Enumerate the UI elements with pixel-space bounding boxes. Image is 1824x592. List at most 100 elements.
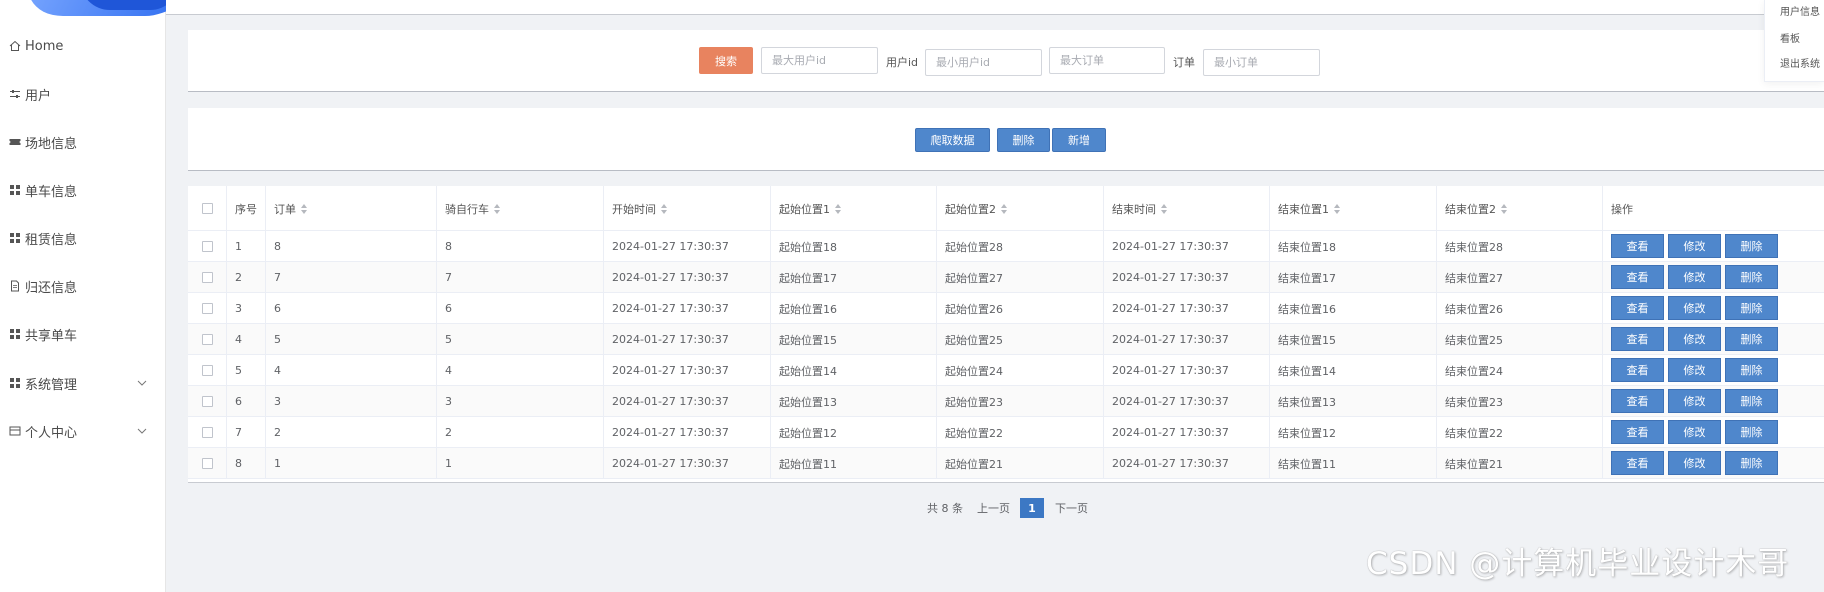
sort-icon[interactable] [301, 203, 307, 215]
sort-icon[interactable] [1161, 203, 1167, 215]
menu-item-user-info[interactable]: 用户信息 [1780, 3, 1820, 18]
delete-button[interactable]: 删除 [1725, 358, 1778, 382]
pagination-current-page[interactable]: 1 [1020, 498, 1044, 518]
menu-item-dashboard[interactable]: 看板 [1780, 30, 1800, 45]
edit-button[interactable]: 修改 [1668, 296, 1721, 320]
ticket-icon [8, 135, 22, 149]
sidebar-item-venue-info[interactable]: 场地信息 [0, 122, 166, 162]
edit-button[interactable]: 修改 [1668, 265, 1721, 289]
select-all-checkbox[interactable] [201, 203, 213, 214]
table-row: 7 2 2 2024-01-27 17:30:37 起始位置12 起始位置22 2024-0… [188, 417, 1824, 448]
cell-operations: 查看 修改 删除 [1603, 417, 1824, 448]
row-checkbox[interactable] [201, 427, 213, 438]
edit-button[interactable]: 修改 [1668, 327, 1721, 351]
cell-start-pos1: 起始位置12 [771, 417, 937, 448]
delete-button[interactable]: 删除 [1725, 327, 1778, 351]
sidebar-item-label: 个人中心 [25, 425, 78, 441]
header-index: 序号 [227, 186, 266, 231]
sidebar-item-rental-info[interactable]: 租赁信息 [0, 218, 166, 258]
delete-button[interactable]: 删除 [1725, 420, 1778, 444]
sidebar-item-label: Home [25, 38, 64, 54]
cell-bike: 7 [437, 262, 604, 293]
sidebar-item-users[interactable]: 用户 [0, 74, 166, 114]
cell-end-time: 2024-01-27 17:30:37 [1104, 262, 1270, 293]
sidebar-item-shared-bikes[interactable]: 共享单车 [0, 314, 166, 354]
table-row: 8 1 1 2024-01-27 17:30:37 起始位置11 起始位置21 2024-0… [188, 448, 1824, 479]
delete-button[interactable]: 删除 [1725, 296, 1778, 320]
row-checkbox[interactable] [201, 241, 213, 252]
table-row: 1 8 8 2024-01-27 17:30:37 起始位置18 起始位置28 2024-0… [188, 231, 1824, 262]
view-button[interactable]: 查看 [1611, 358, 1664, 382]
sort-icon[interactable] [1334, 203, 1340, 215]
edit-button[interactable]: 修改 [1668, 420, 1721, 444]
cell-end-pos2: 结束位置26 [1437, 293, 1603, 324]
edit-button[interactable]: 修改 [1668, 234, 1721, 258]
cell-start-time: 2024-01-27 17:30:37 [604, 231, 771, 262]
sidebar-item-home[interactable]: Home [0, 26, 166, 66]
row-checkbox[interactable] [201, 396, 213, 407]
cell-end-time: 2024-01-27 17:30:37 [1104, 448, 1270, 479]
view-button[interactable]: 查看 [1611, 234, 1664, 258]
delete-button[interactable]: 删除 [1725, 389, 1778, 413]
pagination-prev[interactable]: 上一页 [977, 498, 1010, 518]
header-start-pos2[interactable]: 起始位置2 [937, 186, 1104, 231]
header-start-pos1[interactable]: 起始位置1 [771, 186, 937, 231]
chevron-down-icon [136, 377, 148, 389]
sort-icon[interactable] [1001, 203, 1007, 215]
view-button[interactable]: 查看 [1611, 296, 1664, 320]
sidebar-item-return-info[interactable]: 归还信息 [0, 266, 166, 306]
sort-icon[interactable] [494, 203, 500, 215]
sidebar-item-personal-center[interactable]: 个人中心 [0, 411, 166, 451]
header-bike[interactable]: 骑自行车 [437, 186, 604, 231]
sort-icon[interactable] [835, 203, 841, 215]
view-button[interactable]: 查看 [1611, 389, 1664, 413]
cell-end-pos1: 结束位置14 [1270, 355, 1437, 386]
min-user-id-input[interactable] [925, 49, 1042, 76]
delete-button[interactable]: 删除 [1725, 234, 1778, 258]
cell-order: 4 [266, 355, 437, 386]
header-end-pos1[interactable]: 结束位置1 [1270, 186, 1437, 231]
cell-end-pos2: 结束位置23 [1437, 386, 1603, 417]
edit-button[interactable]: 修改 [1668, 358, 1721, 382]
view-button[interactable]: 查看 [1611, 420, 1664, 444]
cell-index: 8 [227, 448, 266, 479]
header-select-all [188, 186, 227, 231]
header-end-pos2[interactable]: 结束位置2 [1437, 186, 1603, 231]
row-checkbox[interactable] [201, 272, 213, 283]
sidebar-item-system-management[interactable]: 系统管理 [0, 363, 166, 403]
view-button[interactable]: 查看 [1611, 451, 1664, 475]
cell-start-time: 2024-01-27 17:30:37 [604, 293, 771, 324]
sidebar-item-bike-info[interactable]: 单车信息 [0, 170, 166, 210]
min-order-input[interactable] [1203, 49, 1320, 76]
delete-button[interactable]: 删除 [1725, 265, 1778, 289]
row-checkbox[interactable] [201, 458, 213, 469]
view-button[interactable]: 查看 [1611, 265, 1664, 289]
bulk-delete-button[interactable]: 删除 [997, 128, 1050, 152]
crawl-data-button[interactable]: 爬取数据 [915, 128, 990, 152]
row-checkbox[interactable] [201, 303, 213, 314]
sort-icon[interactable] [661, 203, 667, 215]
cell-start-time: 2024-01-27 17:30:37 [604, 355, 771, 386]
edit-button[interactable]: 修改 [1668, 451, 1721, 475]
header-end-time[interactable]: 结束时间 [1104, 186, 1270, 231]
menu-item-logout[interactable]: 退出系统 [1780, 55, 1820, 70]
delete-button[interactable]: 删除 [1725, 451, 1778, 475]
edit-button[interactable]: 修改 [1668, 389, 1721, 413]
search-button[interactable]: 搜索 [699, 47, 753, 74]
row-checkbox[interactable] [201, 334, 213, 345]
add-button[interactable]: 新增 [1052, 128, 1106, 152]
cell-end-pos2: 结束位置22 [1437, 417, 1603, 448]
table-row: 2 7 7 2024-01-27 17:30:37 起始位置17 起始位置27 2024-0… [188, 262, 1824, 293]
cell-bike: 1 [437, 448, 604, 479]
max-user-id-input[interactable] [761, 47, 878, 74]
cell-bike: 6 [437, 293, 604, 324]
max-order-input[interactable] [1049, 47, 1165, 74]
row-checkbox[interactable] [201, 365, 213, 376]
sort-icon[interactable] [1501, 203, 1507, 215]
cell-start-pos1: 起始位置15 [771, 324, 937, 355]
header-order[interactable]: 订单 [266, 186, 437, 231]
cell-start-pos1: 起始位置14 [771, 355, 937, 386]
header-start-time[interactable]: 开始时间 [604, 186, 771, 231]
view-button[interactable]: 查看 [1611, 327, 1664, 351]
pagination-next[interactable]: 下一页 [1055, 498, 1088, 518]
